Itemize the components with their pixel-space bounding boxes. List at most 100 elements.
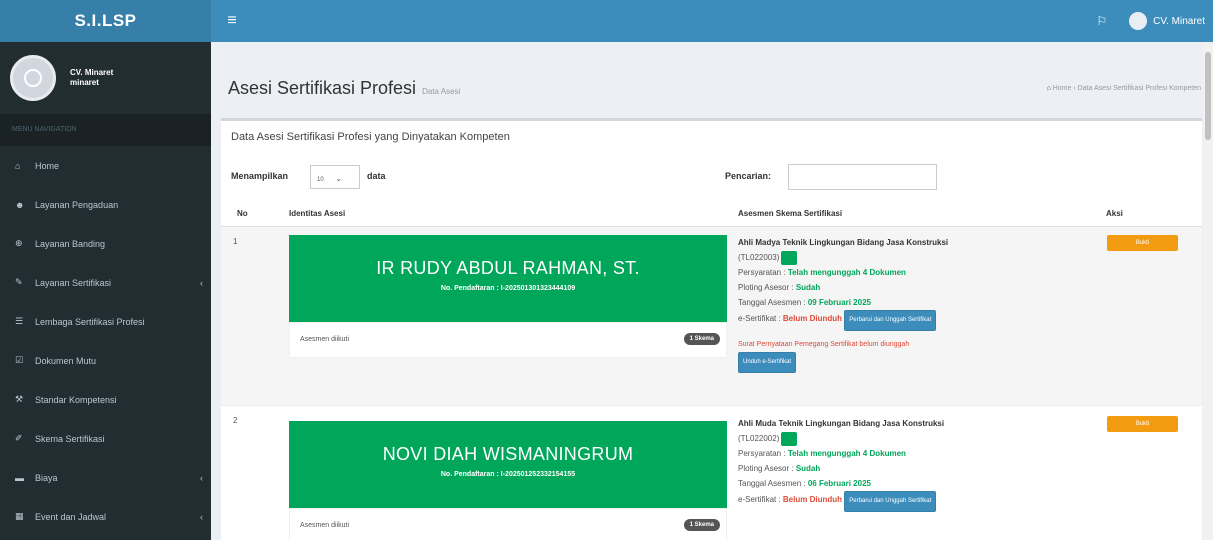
- show-label: Menampilkan: [231, 171, 289, 181]
- user-avatar: [10, 55, 56, 101]
- money-icon: ▬: [15, 472, 24, 483]
- page-scrollbar[interactable]: [1203, 42, 1213, 540]
- page-title-text: Asesi Sertifikasi Profesi: [228, 78, 417, 98]
- assessment-details: Ahli Muda Teknik Lingkungan Bidang Jasa …: [738, 416, 944, 512]
- table-row: 2 NOVI DIAH WISMANINGRUM No. Pendaftaran…: [221, 406, 1202, 540]
- statement-warning: Surat Pernyataan Pemegang Sertifikat bel…: [738, 341, 910, 348]
- registration-number: No. Pendaftaran : I-202501252332154155: [440, 471, 576, 478]
- plotting-label: Ploting Asesor :: [738, 283, 796, 292]
- breadcrumb: ⌂ Home › Data Asesi Sertifikasi Profesi …: [1046, 85, 1201, 92]
- sidebar-item-label: Home: [35, 160, 60, 171]
- assessment-followed-label: Asesmen diikuti: [300, 336, 350, 343]
- asesi-name: IR RUDY ABDUL RAHMAN, ST.: [376, 258, 640, 278]
- certificate-label: e-Sertifikat :: [738, 314, 783, 323]
- user-avatar-small[interactable]: [1129, 12, 1148, 30]
- search-input[interactable]: [788, 164, 937, 190]
- breadcrumb-current: Data Asesi Sertifikasi Profesi Kompeten: [1077, 85, 1201, 92]
- table-row: 1 IR RUDY ABDUL RAHMAN, ST. No. Pendafta…: [221, 227, 1202, 406]
- col-no[interactable]: No: [237, 209, 248, 218]
- sidebar: CV. Minaret minaret MENU NAVIGATION ⌂ Hom…: [0, 42, 211, 540]
- data-box: Data Asesi Sertifikasi Profesi yang Diny…: [221, 118, 1202, 540]
- row-number: 1: [233, 237, 238, 246]
- chevron-left-icon: ‹: [200, 511, 203, 522]
- sidebar-item-label: Standar Kompetensi: [35, 394, 117, 405]
- box-title: Data Asesi Sertifikasi Profesi yang Diny…: [231, 131, 510, 143]
- user-panel-username: minaret: [70, 78, 99, 87]
- asesi-name: NOVI DIAH WISMANINGRUM: [382, 444, 634, 464]
- user-panel-name: CV. Minaret: [70, 68, 114, 77]
- update-certificate-button[interactable]: Perbarui dan Unggah Sertifikat: [844, 310, 937, 331]
- update-certificate-button[interactable]: Perbarui dan Unggah Sertifikat: [844, 491, 937, 512]
- plotting-label: Ploting Asesor :: [738, 464, 796, 473]
- menu-header: MENU NAVIGATION: [0, 114, 211, 146]
- calendar-icon[interactable]: [781, 431, 798, 446]
- app-logo[interactable]: S.I.LSP: [0, 0, 211, 42]
- sidebar-item-standar-kompetensi[interactable]: ⚒ Standar Kompetensi: [0, 380, 211, 419]
- certificate-status: Belum Diunduh: [782, 314, 843, 323]
- scheme-count-badge[interactable]: 1 Skema: [683, 333, 720, 345]
- sidebar-item-label: Biaya: [35, 472, 58, 483]
- flag-icon[interactable]: ⚐: [1096, 14, 1107, 28]
- scheme-name: Ahli Muda Teknik Lingkungan Bidang Jasa …: [738, 419, 945, 428]
- sidebar-menu: ⌂ Home ☻ Layanan Pengaduan ⊕ Layanan Banding ✎…: [0, 146, 211, 536]
- plotting-status: Sudah: [795, 464, 821, 473]
- calendar-icon: ▦: [15, 511, 24, 521]
- table-controls: Menampilkan 10 ⌄ data Pencarian:: [231, 164, 1191, 190]
- sidebar-item-dokumen-mutu[interactable]: ☑ Dokumen Mutu: [0, 341, 211, 380]
- top-navbar: S.I.LSP ≡ ⚐ CV. Minaret: [0, 0, 1213, 42]
- sidebar-item-biaya[interactable]: ▬ Biaya ‹: [0, 458, 211, 497]
- sidebar-item-event-dan-jadwal[interactable]: ▦ Event dan Jadwal ‹: [0, 497, 211, 536]
- download-certificate-button[interactable]: Unduh e-Sertifikat: [738, 352, 797, 373]
- search-label: Pencarian:: [725, 171, 772, 181]
- chevron-down-icon: ⌄: [335, 174, 343, 183]
- document-icon: ☑: [15, 355, 24, 365]
- scheme-code: (TL022003): [738, 253, 780, 262]
- requirements-status: Telah mengunggah 4 Dokumen: [787, 268, 906, 277]
- chevron-left-icon: ‹: [200, 277, 203, 288]
- evidence-button[interactable]: Bukti: [1107, 416, 1178, 432]
- user-menu-name[interactable]: CV. Minaret: [1153, 16, 1205, 27]
- sidebar-item-layanan-banding[interactable]: ⊕ Layanan Banding: [0, 224, 211, 263]
- requirements-status: Telah mengunggah 4 Dokumen: [787, 449, 906, 458]
- page-size-select[interactable]: 10 ⌄: [310, 165, 360, 189]
- show-suffix: data: [367, 171, 386, 181]
- page-subtitle: Data Asesi: [422, 87, 461, 96]
- scrollbar-thumb[interactable]: [1205, 52, 1211, 140]
- chevron-left-icon: ‹: [200, 472, 203, 483]
- sidebar-item-lembaga-sertifikasi-profesi[interactable]: ☰ Lembaga Sertifikasi Profesi: [0, 302, 211, 341]
- col-assessment[interactable]: Asesmen Skema Sertifikasi: [738, 209, 842, 218]
- support-icon: ⊕: [15, 238, 23, 248]
- assessment-details: Ahli Madya Teknik Lingkungan Bidang Jasa…: [738, 235, 948, 373]
- page-size-value: 10: [317, 177, 324, 183]
- wrench-icon: ⚒: [15, 394, 24, 404]
- registration-number: No. Pendaftaran : I-202501301323444109: [440, 285, 576, 292]
- sidebar-item-skema-sertifikasi[interactable]: ✐ Skema Sertifikasi: [0, 419, 211, 458]
- sidebar-item-label: Lembaga Sertifikasi Profesi: [35, 316, 145, 327]
- sidebar-item-label: Layanan Sertifikasi: [35, 277, 112, 288]
- asesi-card: NOVI DIAH WISMANINGRUM No. Pendaftaran :…: [289, 421, 727, 540]
- table-header: No Identitas Asesi Asesmen Skema Sertifi…: [221, 205, 1202, 227]
- scheme-code: (TL022002): [738, 434, 780, 443]
- breadcrumb-home[interactable]: Home: [1053, 85, 1072, 92]
- page-title: Asesi Sertifikasi Profesi Data Asesi: [228, 78, 460, 99]
- sidebar-item-label: Skema Sertifikasi: [35, 433, 105, 444]
- sidebar-toggle-icon[interactable]: ≡: [217, 0, 247, 42]
- plotting-status: Sudah: [795, 283, 821, 292]
- assessment-date: 06 Februari 2025: [807, 479, 871, 488]
- sidebar-item-layanan-sertifikasi[interactable]: ✎ Layanan Sertifikasi ‹: [0, 263, 211, 302]
- asesi-card: IR RUDY ABDUL RAHMAN, ST. No. Pendaftara…: [289, 235, 727, 358]
- users-icon: ☻: [15, 199, 25, 210]
- main-content: Asesi Sertifikasi Profesi Data Asesi ⌂ Ho…: [211, 42, 1203, 540]
- scheme-count-badge[interactable]: 1 Skema: [683, 519, 720, 531]
- sidebar-item-label: Event dan Jadwal: [35, 511, 107, 522]
- sidebar-item-home[interactable]: ⌂ Home: [0, 146, 211, 185]
- edit-icon: ✐: [15, 433, 23, 443]
- sidebar-item-layanan-pengaduan[interactable]: ☻ Layanan Pengaduan: [0, 185, 211, 224]
- requirements-label: Persyaratan :: [738, 449, 788, 458]
- user-panel: CV. Minaret minaret: [0, 42, 211, 114]
- col-action[interactable]: Aksi: [1106, 209, 1123, 218]
- calendar-icon[interactable]: [781, 250, 798, 265]
- assessment-date-label: Tanggal Asesmen :: [738, 298, 808, 307]
- evidence-button[interactable]: Bukti: [1107, 235, 1178, 251]
- col-identity[interactable]: Identitas Asesi: [289, 209, 345, 218]
